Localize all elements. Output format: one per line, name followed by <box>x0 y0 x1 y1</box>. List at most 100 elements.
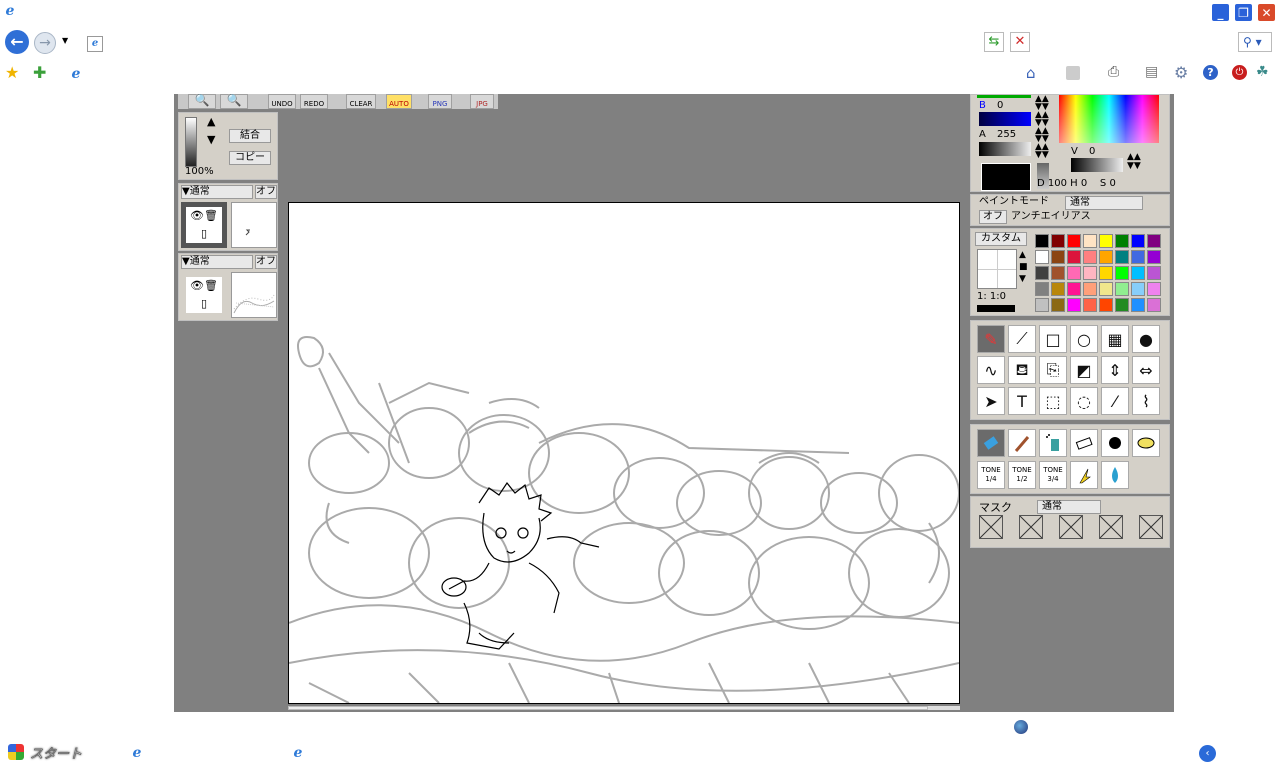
palette-swatch[interactable] <box>1035 266 1049 280</box>
palette-swatch[interactable] <box>1131 298 1145 312</box>
tone-three-quarter-button[interactable]: TONE 3/4 <box>1039 461 1067 489</box>
palette-swatch[interactable] <box>1131 266 1145 280</box>
hue-saturation-picker[interactable] <box>1059 95 1159 143</box>
layer2-thumbnail[interactable] <box>231 272 277 318</box>
star-icon[interactable]: ★ <box>5 63 19 82</box>
antialias-toggle-button[interactable]: オフ <box>979 210 1007 224</box>
mask-box-3[interactable] <box>1059 515 1083 539</box>
smudge-icon[interactable] <box>1132 429 1160 457</box>
back-button[interactable]: ← <box>5 30 29 54</box>
close-window-button[interactable]: ✕ <box>1257 3 1276 22</box>
search-button[interactable]: ⚲ ▾ <box>1238 32 1272 52</box>
power-icon[interactable]: ⏻ <box>1232 65 1247 80</box>
copy-button[interactable]: コピー <box>229 151 271 165</box>
blue-slider[interactable] <box>979 112 1031 126</box>
canvas-scrollbar[interactable] <box>288 706 960 710</box>
opacity-up-icon[interactable]: ▲ <box>207 115 215 128</box>
palette-swatch[interactable] <box>1115 266 1129 280</box>
stop-button[interactable]: ✕ <box>1010 32 1030 52</box>
palette-swatch[interactable] <box>1115 282 1129 296</box>
layer1-mode-select[interactable]: ▼通常 <box>181 185 253 199</box>
palette-swatch[interactable] <box>1099 266 1113 280</box>
palette-swatch[interactable] <box>1131 250 1145 264</box>
eyedropper-tool-icon[interactable]: ⌇ <box>1132 387 1160 415</box>
palette-swatch[interactable] <box>1115 298 1129 312</box>
custom-brush-preview[interactable] <box>977 249 1017 289</box>
blur-dot-icon[interactable] <box>1101 429 1129 457</box>
taskbar-ie-icon-1[interactable]: e <box>130 746 144 760</box>
palette-swatch[interactable] <box>1147 266 1161 280</box>
palette-swatch[interactable] <box>1147 298 1161 312</box>
flip-vertical-tool-icon[interactable]: ⇕ <box>1101 356 1129 384</box>
spray-icon[interactable] <box>1039 429 1067 457</box>
copy-tool-icon[interactable]: ⎘ <box>1039 356 1067 384</box>
pencil-tool-icon[interactable]: ✎ <box>977 325 1005 353</box>
palette-swatch[interactable] <box>1067 282 1081 296</box>
layer1-thumbnail[interactable] <box>231 202 277 248</box>
tone-quarter-button[interactable]: TONE 1/4 <box>977 461 1005 489</box>
start-button[interactable]: スタート <box>8 741 82 763</box>
home-icon[interactable]: ⌂ <box>1026 64 1036 82</box>
curve-tool-icon[interactable]: ∿ <box>977 356 1005 384</box>
palette-swatch[interactable] <box>1083 282 1097 296</box>
jpg-button[interactable]: JPG <box>470 94 494 109</box>
palette-swatch[interactable] <box>1067 250 1081 264</box>
zoom-in-button[interactable]: 🔍 <box>188 94 216 109</box>
opacity-slider[interactable] <box>185 117 197 167</box>
water-drop-icon[interactable] <box>1101 461 1129 489</box>
palette-swatch[interactable] <box>1067 266 1081 280</box>
research-icon[interactable]: ☘ <box>1256 64 1269 80</box>
alpha-slider[interactable] <box>979 142 1031 156</box>
palette-swatch[interactable] <box>1051 250 1065 264</box>
palette-swatch[interactable] <box>1035 250 1049 264</box>
ellipse-tool-icon[interactable]: ○ <box>1070 325 1098 353</box>
magic-wand-tool-icon[interactable]: ⁄ <box>1101 387 1129 415</box>
restore-button[interactable]: ❐ <box>1234 3 1253 22</box>
mask-box-2[interactable] <box>1019 515 1043 539</box>
palette-swatch[interactable] <box>1083 234 1097 248</box>
palette-swatch[interactable] <box>1051 298 1065 312</box>
taskbar-ie-icon-2[interactable]: e <box>291 746 305 760</box>
palette-swatch[interactable] <box>1099 234 1113 248</box>
palette-swatch[interactable] <box>1035 282 1049 296</box>
palette-swatch[interactable] <box>1131 282 1145 296</box>
move-tool-icon[interactable]: ➤ <box>977 387 1005 415</box>
fill-bucket-tool-icon[interactable]: ⛾ <box>1008 356 1036 384</box>
favorites-page-icon[interactable]: e <box>69 67 83 81</box>
palette-swatch[interactable] <box>1083 298 1097 312</box>
page-menu-icon[interactable]: ▤ <box>1145 64 1158 80</box>
tone-half-button[interactable]: TONE 1/2 <box>1008 461 1036 489</box>
palette-swatch[interactable] <box>1147 234 1161 248</box>
filled-rect-tool-icon[interactable]: ▦ <box>1101 325 1129 353</box>
feeds-icon[interactable] <box>1066 66 1080 80</box>
canvas-scroll-thumb[interactable] <box>288 706 928 710</box>
add-favorite-icon[interactable]: ✚ <box>33 63 46 82</box>
palette-swatch[interactable] <box>1131 234 1145 248</box>
rectangle-tool-icon[interactable]: □ <box>1039 325 1067 353</box>
custom-button[interactable]: カスタム <box>975 232 1027 246</box>
layer-fill-tool-icon[interactable]: ◩ <box>1070 356 1098 384</box>
auto-button[interactable]: AUTO <box>386 94 412 109</box>
clear-button[interactable]: CLEAR <box>346 94 376 109</box>
palette-swatch[interactable] <box>1035 298 1049 312</box>
rect-select-tool-icon[interactable]: ⬚ <box>1039 387 1067 415</box>
layer2-toggle-button[interactable]: オフ <box>255 255 277 269</box>
tools-icon[interactable]: ⚙ <box>1174 63 1188 82</box>
help-icon[interactable]: ? <box>1203 65 1218 80</box>
palette-swatch[interactable] <box>1147 250 1161 264</box>
drawing-canvas[interactable] <box>288 202 960 704</box>
palette-swatch[interactable] <box>1083 250 1097 264</box>
layer2-visibility-icon[interactable]: 👁🗑 ▯ <box>181 272 227 318</box>
undo-button[interactable]: UNDO <box>268 94 296 109</box>
rgb-arrows-icon[interactable]: ▲▲ ▼▼ ▲▲ ▼▼ ▲▲ ▼▼ ▲▲ ▼▼ <box>1035 95 1049 160</box>
mask-box-4[interactable] <box>1099 515 1123 539</box>
layer2-mode-select[interactable]: ▼通常 <box>181 255 253 269</box>
layer1-visibility-icon[interactable]: 👁🗑 ▯ <box>181 202 227 248</box>
filled-ellipse-tool-icon[interactable]: ● <box>1132 325 1160 353</box>
palette-swatch[interactable] <box>1099 250 1113 264</box>
v-arrows-icon[interactable]: ▲▲ ▼▼ <box>1127 153 1141 171</box>
print-icon[interactable]: ⎙ <box>1108 64 1119 80</box>
opacity-down-icon[interactable]: ▼ <box>207 133 215 146</box>
palette-swatch[interactable] <box>1051 266 1065 280</box>
mask-box-5[interactable] <box>1139 515 1163 539</box>
